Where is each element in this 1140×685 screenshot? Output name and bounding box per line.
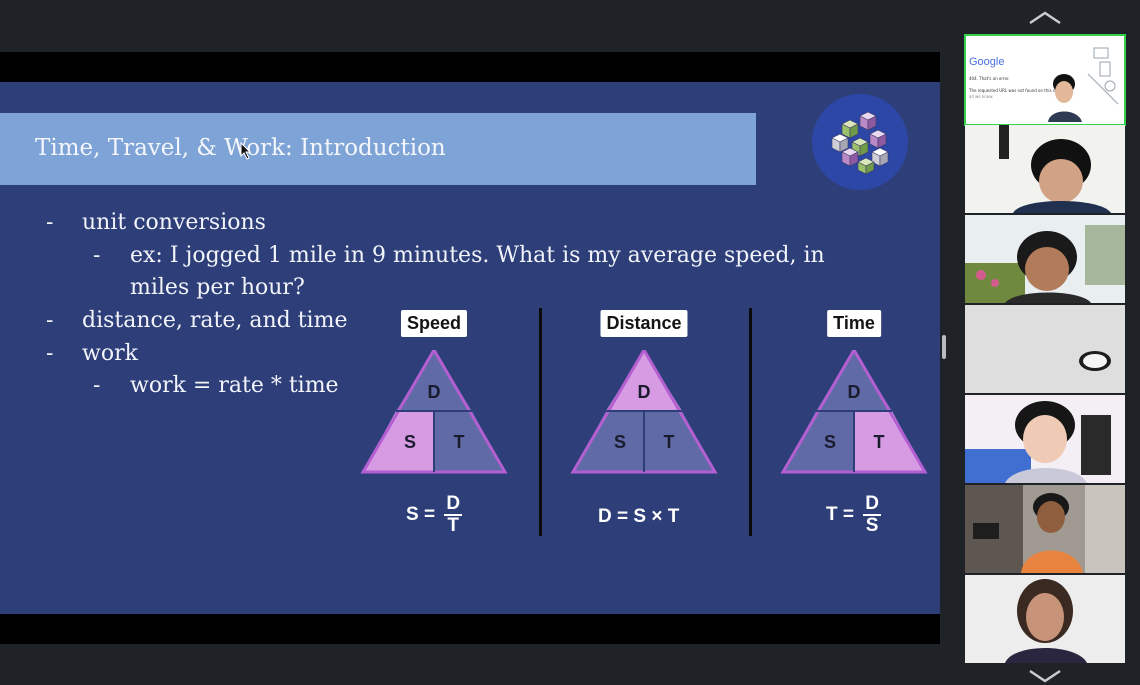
distance-triangle: D S T bbox=[570, 350, 718, 474]
letterbox-bottom bbox=[0, 614, 940, 644]
participant-tile-3[interactable] bbox=[965, 215, 1125, 303]
bullet-example: ex: I jogged 1 mile in 9 minutes. What i… bbox=[130, 243, 825, 268]
speed-formula: S = D T bbox=[406, 493, 463, 536]
participant-tile-4[interactable] bbox=[965, 305, 1125, 393]
formula-lhs: S = bbox=[406, 504, 436, 525]
bullet-distance-rate-time: distance, rate, and time bbox=[82, 308, 348, 333]
denominator: T bbox=[447, 515, 460, 536]
triangle-top-letter: D bbox=[848, 382, 861, 402]
shared-screen-area: Time, Travel, & Work: Introduction - uni… bbox=[0, 0, 940, 685]
diagram-label: Speed bbox=[400, 310, 468, 337]
denominator: S bbox=[865, 515, 879, 536]
divider-line bbox=[749, 308, 752, 536]
bullet-dash: - bbox=[46, 341, 54, 366]
triangle-left-letter: S bbox=[404, 432, 416, 452]
participant-tile-6[interactable] bbox=[965, 485, 1125, 573]
triangle-left-letter: S bbox=[614, 432, 626, 452]
distance-formula: D = S × T bbox=[598, 506, 680, 527]
triangle-left-letter: S bbox=[824, 432, 836, 452]
divider-line bbox=[539, 308, 542, 536]
error-text: 404. That's an error. bbox=[969, 76, 1010, 81]
mouse-cursor-icon bbox=[240, 142, 252, 160]
time-triangle: D S T bbox=[780, 350, 928, 474]
triangle-top-letter: D bbox=[428, 382, 441, 402]
fraction: D T bbox=[444, 493, 463, 536]
logo-icon bbox=[812, 94, 908, 190]
triangle-top-letter: D bbox=[638, 382, 651, 402]
presenter-video bbox=[1048, 47, 1119, 122]
panel-resize-handle[interactable] bbox=[942, 335, 946, 359]
formula-lhs: T = bbox=[826, 504, 854, 525]
participant-tile-7[interactable] bbox=[965, 575, 1125, 663]
bullet-work-formula: work = rate * time bbox=[130, 373, 339, 398]
fraction: D S bbox=[863, 494, 881, 536]
google-logo-text: Google bbox=[969, 56, 1005, 68]
numerator: D bbox=[444, 493, 463, 516]
triangle-right-letter: T bbox=[454, 432, 465, 452]
time-formula: T = D S bbox=[826, 494, 881, 536]
participant-tile-2[interactable] bbox=[965, 125, 1125, 213]
participant-tile-5[interactable] bbox=[965, 395, 1125, 483]
letterbox-top bbox=[0, 52, 940, 82]
speed-triangle: D S T bbox=[360, 350, 508, 474]
bullet-dash: - bbox=[46, 308, 54, 333]
bullet-unit-conversions: unit conversions bbox=[82, 210, 266, 235]
bullet-work: work bbox=[82, 341, 138, 366]
bullet-dash: - bbox=[93, 373, 101, 398]
error-detail-text-2: all we know. bbox=[969, 94, 994, 99]
participant-gallery: Google 404. That's an error. The request… bbox=[963, 0, 1140, 685]
chevron-down-icon[interactable] bbox=[1028, 668, 1062, 684]
triangle-right-letter: T bbox=[874, 432, 885, 452]
triangle-right-letter: T bbox=[664, 432, 675, 452]
numerator: D bbox=[863, 493, 881, 516]
diagram-label: Distance bbox=[600, 310, 688, 337]
bullet-dash: - bbox=[93, 243, 101, 268]
diagram-label: Time bbox=[827, 310, 881, 337]
bullet-example-continued: miles per hour? bbox=[130, 275, 305, 300]
participant-tile-presenter[interactable]: Google 404. That's an error. The request… bbox=[964, 34, 1126, 126]
presentation-slide: Time, Travel, & Work: Introduction - uni… bbox=[0, 82, 940, 614]
bullet-dash: - bbox=[46, 210, 54, 235]
title-band: Time, Travel, & Work: Introduction bbox=[0, 113, 756, 185]
